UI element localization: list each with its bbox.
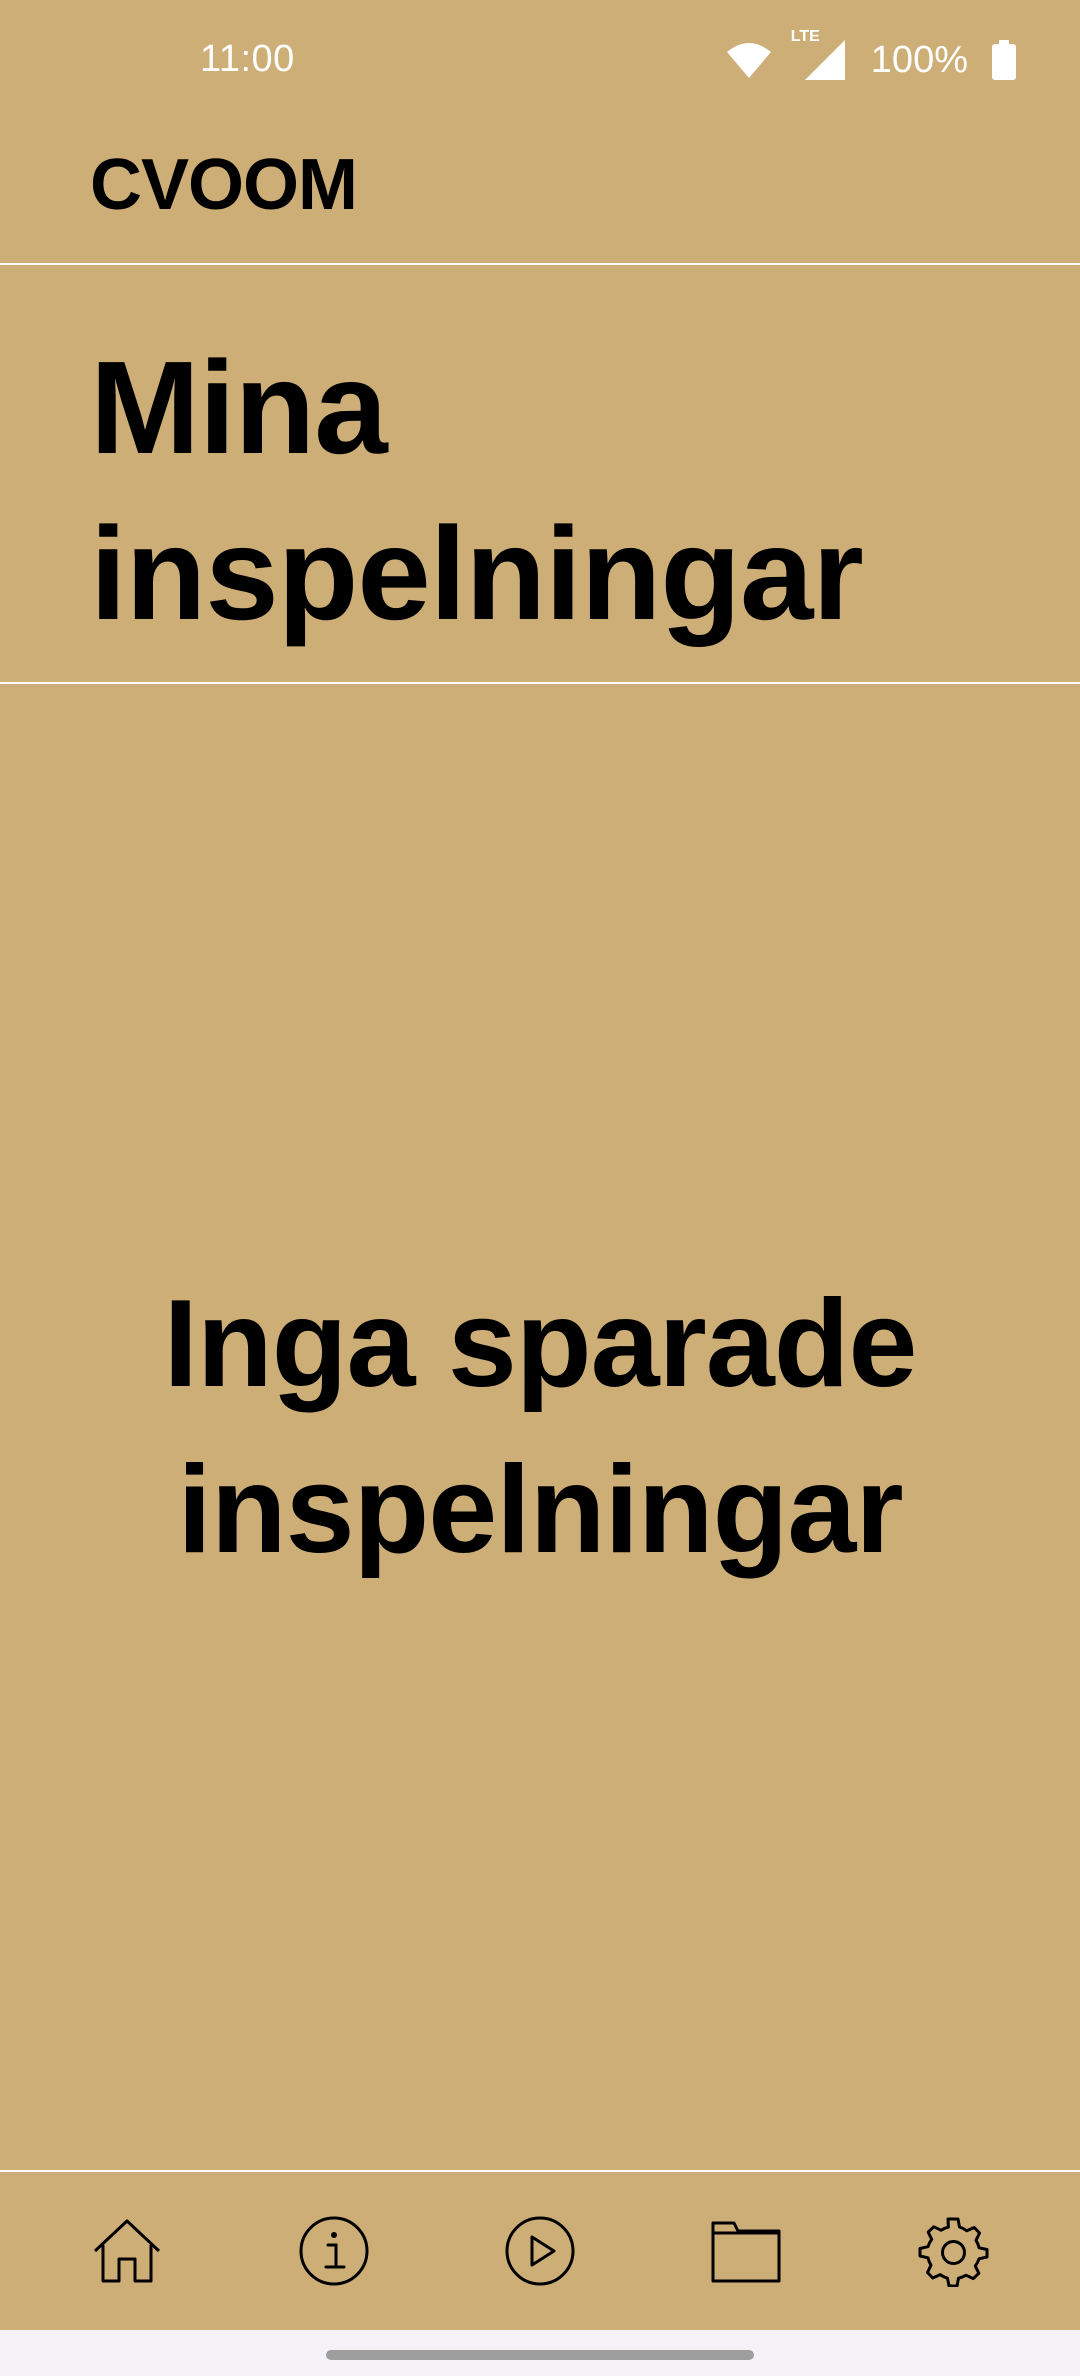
signal-icon: LTE [791,28,847,82]
recordings-list: Inga sparade inspelningar [0,684,1080,2170]
nav-info-button[interactable] [264,2181,404,2321]
status-bar: 11:00 LTE 100% [0,0,1080,122]
nav-home-button[interactable] [57,2181,197,2321]
status-indicators: LTE 100% [725,28,1016,86]
status-time: 11:00 [200,38,295,80]
home-icon [91,2215,163,2287]
empty-state-message: Inga sparade inspelningar [163,1275,918,1579]
screen: 11:00 LTE 100% CVOOM Mina inspelningar I… [0,0,1080,2376]
home-gesture-handle[interactable] [326,2350,754,2360]
app-header: CVOOM [0,122,1080,265]
nav-play-button[interactable] [470,2181,610,2321]
battery-icon [992,40,1016,80]
battery-percent: 100% [870,38,968,81]
system-gesture-bar [0,2330,1080,2376]
title-section: Mina inspelningar [0,265,1080,684]
nav-recordings-button[interactable] [676,2181,816,2321]
folder-icon [710,2219,782,2283]
nav-settings-button[interactable] [883,2181,1023,2321]
page-title: Mina inspelningar [90,334,864,647]
app-logo: CVOOM [90,145,358,225]
gear-icon [917,2215,989,2287]
info-icon [298,2215,370,2287]
wifi-icon [725,40,773,80]
play-icon [504,2215,576,2287]
bottom-nav [0,2170,1080,2330]
